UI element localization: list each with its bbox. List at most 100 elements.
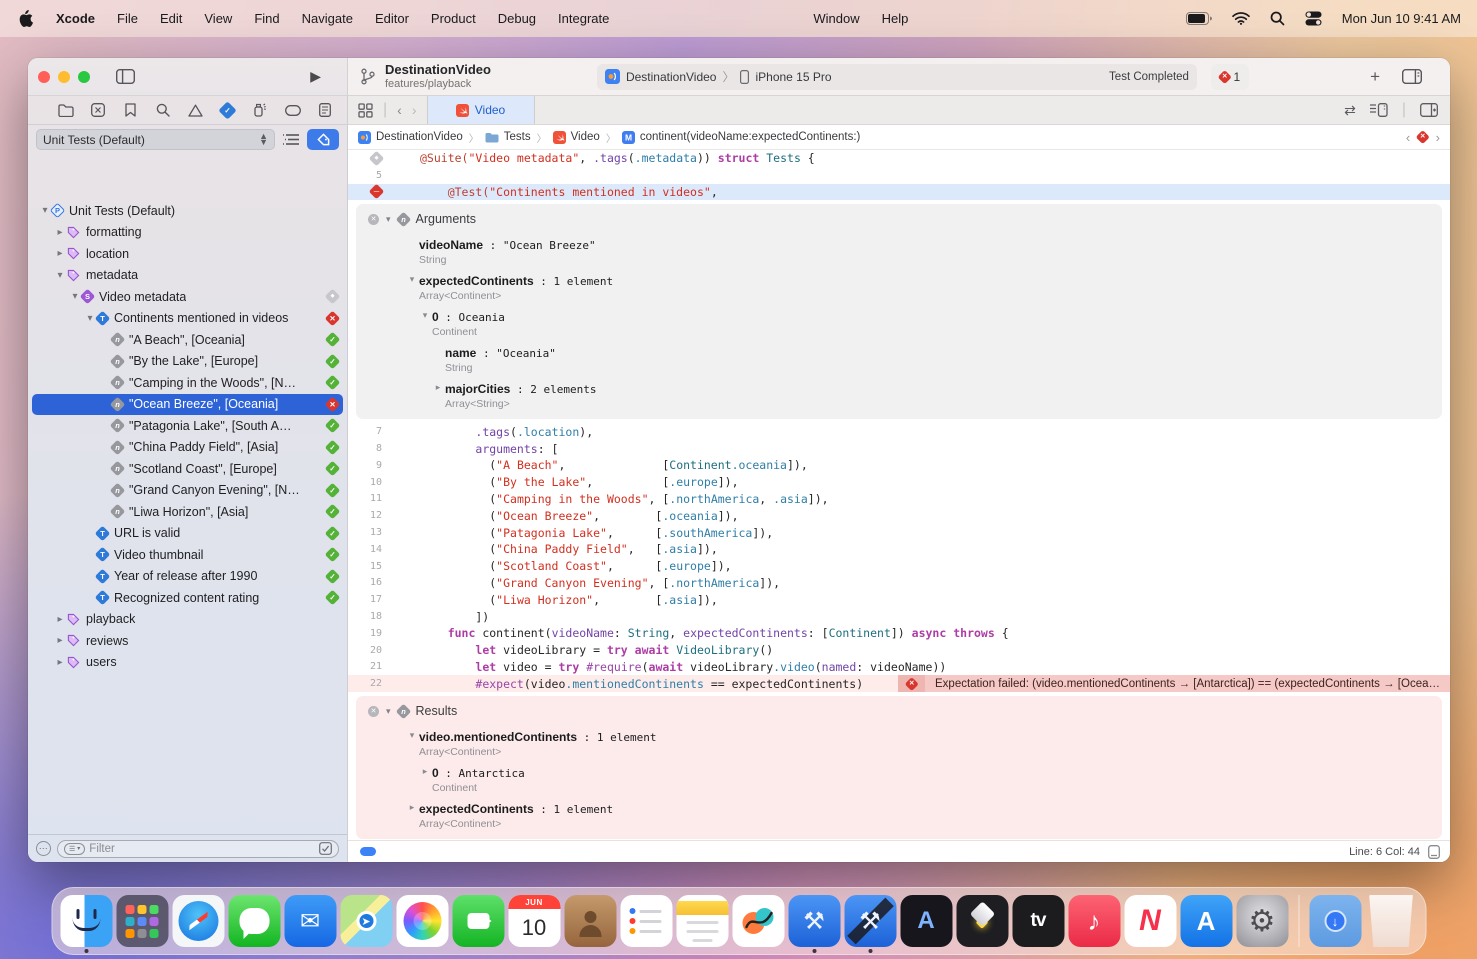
tree-item[interactable]: n "A Beach", [Oceania] ✓ (28, 329, 347, 351)
row-disclosure-icon[interactable]: ▾ (405, 274, 419, 302)
menu-edit[interactable]: Edit (149, 0, 193, 37)
dock-item-music[interactable]: ♪ (1068, 889, 1120, 953)
code-line[interactable]: 11 ("Camping in the Woods", [.northAmeri… (348, 491, 1450, 508)
bookmarks-navigator-icon[interactable] (119, 100, 143, 120)
code-line[interactable]: 9 ("A Beach", [Continent.oceania]), (348, 457, 1450, 474)
breadcrumb-item[interactable]: M continent(videoName:expectedContinents… (622, 131, 861, 144)
dock-item-reminders[interactable] (620, 889, 672, 953)
variable-row[interactable]: ▸ majorCities : 2 elements Array<String> (356, 382, 1442, 410)
code-line[interactable]: 12 ("Ocean Breeze", [.oceania]), (348, 507, 1450, 524)
code-line[interactable]: 17 ("Liwa Horizon", [.asia]), (348, 591, 1450, 608)
tests-navigator-icon[interactable]: ✓ (216, 100, 240, 120)
breadcrumb-item[interactable]: Tests (485, 131, 531, 143)
tree-item[interactable]: ▸ formatting (28, 222, 347, 244)
disclosure-chevron-icon[interactable]: ▸ (53, 635, 67, 646)
maps-dock-icon[interactable]: ➤ (340, 895, 392, 947)
menu-xcode[interactable]: Xcode (45, 0, 106, 37)
tree-item[interactable]: T URL is valid ✓ (28, 523, 347, 545)
close-panel-icon[interactable]: ✕ (368, 706, 379, 717)
variable-row[interactable]: name : "Oceania" String (356, 346, 1442, 374)
code-line[interactable]: 7 .tags(.location), (348, 423, 1450, 440)
disclosure-chevron-icon[interactable]: ▾ (53, 270, 67, 281)
variable-row[interactable]: ▸ expectedContinents : 1 element Array<C… (356, 802, 1442, 830)
tree-item[interactable]: T Video thumbnail ✓ (28, 544, 347, 566)
code-line[interactable]: 18 ]) (348, 608, 1450, 625)
breadcrumb-item[interactable]: Video (553, 131, 600, 144)
show-tags-button[interactable] (307, 129, 339, 150)
filter-input[interactable]: ☰▾ Filter (57, 840, 339, 858)
dock-item-app-store[interactable]: A (1180, 889, 1232, 953)
menu-window[interactable]: Window (802, 0, 870, 37)
tree-item[interactable]: ▸ location (28, 243, 347, 265)
tree-item[interactable]: ▸ playback (28, 609, 347, 631)
tree-item[interactable]: n "Patagonia Lake", [South A… ✓ (28, 415, 347, 437)
outline-mode-icon[interactable] (282, 133, 300, 146)
dock-item-reality-composer[interactable] (956, 889, 1008, 953)
run-destination[interactable]: iPhone 15 Pro (755, 70, 831, 84)
wifi-icon[interactable] (1232, 12, 1250, 25)
menu-integrate[interactable]: Integrate (547, 0, 620, 37)
code-line[interactable]: 14 ("China Paddy Field", [.asia]), (348, 541, 1450, 558)
dock-item-downloads[interactable]: ↓ (1309, 889, 1361, 953)
panel-disclosure-icon[interactable]: ▾ (386, 214, 391, 225)
tree-item[interactable]: n "Camping in the Woods", [N… ✓ (28, 372, 347, 394)
go-forward-icon[interactable]: › (412, 102, 417, 118)
tree-item[interactable]: T Recognized content rating ✓ (28, 587, 347, 609)
issue-badge[interactable]: ✕ 1 (1211, 64, 1249, 90)
filter-funnel-icon[interactable]: ☰▾ (64, 843, 85, 855)
tree-item[interactable]: ▸ users (28, 652, 347, 674)
dock-item-trash[interactable] (1365, 889, 1417, 953)
previous-issue-icon[interactable]: ‹ (1406, 130, 1410, 145)
issues-navigator-icon[interactable] (184, 100, 208, 120)
dock-item-tv[interactable]: tv (1012, 889, 1064, 953)
news-dock-icon[interactable]: N (1124, 895, 1176, 947)
disclosure-chevron-icon[interactable]: ▸ (53, 248, 67, 259)
code-line[interactable]: 15 ("Scotland Coast", [.europe]), (348, 558, 1450, 575)
tab-video[interactable]: Video (427, 96, 535, 124)
xcode-dock-icon[interactable]: ⚒ (788, 895, 840, 947)
code-line[interactable]: 10 ("By the Lake", [.europe]), (348, 474, 1450, 491)
go-back-icon[interactable]: ‹ (397, 102, 402, 118)
trash-dock-icon[interactable] (1365, 895, 1417, 947)
scheme-selector[interactable]: DestinationVideo 〉 iPhone 15 Pro Test Co… (597, 64, 1197, 90)
battery-icon[interactable] (1186, 12, 1212, 25)
code-line[interactable]: 19 func continent(videoName: String, exp… (348, 625, 1450, 642)
variable-row[interactable]: ▾ video.mentionedContinents : 1 element … (356, 730, 1442, 758)
close-window-button[interactable] (38, 71, 50, 83)
tree-item[interactable]: n "China Paddy Field", [Asia] ✓ (28, 437, 347, 459)
debug-navigator-icon[interactable] (248, 100, 272, 120)
run-button[interactable]: ▶ (310, 68, 321, 85)
variable-row[interactable]: videoName : "Ocean Breeze" String (356, 238, 1442, 266)
dock-item-calendar[interactable]: JUN10 (508, 889, 560, 953)
sidebar-toggle-icon[interactable] (116, 69, 135, 84)
breadcrumb-item[interactable]: DestinationVideo (358, 131, 463, 144)
adjust-editor-icon[interactable] (1428, 845, 1440, 859)
dock-item-news[interactable]: N (1124, 889, 1176, 953)
downloads-dock-icon[interactable]: ↓ (1309, 895, 1361, 947)
contacts-dock-icon[interactable] (564, 895, 616, 947)
code-line[interactable]: 20 let videoLibrary = try await VideoLib… (348, 642, 1450, 659)
dock-item-developer[interactable]: A (900, 889, 952, 953)
code-line[interactable]: ─ @Test("Continents mentioned in videos"… (348, 184, 1450, 201)
code-line[interactable]: 21 let video = try #require(await videoL… (348, 659, 1450, 676)
minimize-window-button[interactable] (58, 71, 70, 83)
tree-item[interactable]: ▾ T Continents mentioned in videos ✕ (28, 308, 347, 330)
code-line[interactable]: ◆@Suite("Video metadata", .tags(.metadat… (348, 150, 1450, 167)
tv-dock-icon[interactable]: tv (1012, 895, 1064, 947)
line-col-indicator[interactable]: Line: 6 Col: 44 (1349, 846, 1420, 858)
row-disclosure-icon[interactable]: ▸ (431, 382, 445, 410)
reminders-dock-icon[interactable] (620, 895, 672, 947)
tree-item[interactable]: ▾ P Unit Tests (Default) (28, 200, 347, 222)
row-disclosure-icon[interactable]: ▾ (418, 310, 432, 338)
dock-item-notes[interactable] (676, 889, 728, 953)
disclosure-chevron-icon[interactable]: ▸ (53, 227, 67, 238)
code-line[interactable]: 8 arguments: [ (348, 440, 1450, 457)
variable-row[interactable]: ▾ 0 : Oceania Continent (356, 310, 1442, 338)
notes-dock-icon[interactable] (676, 895, 728, 947)
menu-find[interactable]: Find (243, 0, 290, 37)
dock-item-contacts[interactable] (564, 889, 616, 953)
menu-clock[interactable]: Mon Jun 10 9:41 AM (1342, 11, 1461, 26)
mail-dock-icon[interactable]: ✉ (284, 895, 336, 947)
code-line[interactable]: 22 #expect(video.mentionedContinents == … (348, 675, 1450, 692)
disclosure-chevron-icon[interactable]: ▸ (53, 657, 67, 668)
